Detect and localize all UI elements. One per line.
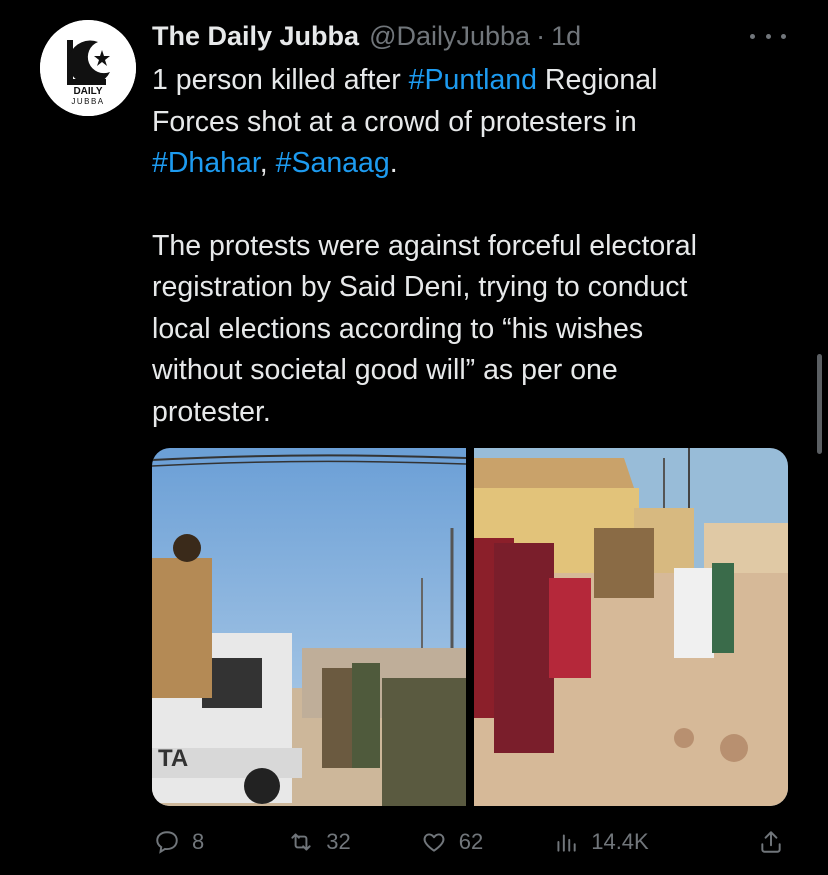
- avatar[interactable]: DAILY JUBBA: [40, 20, 136, 116]
- reply-button[interactable]: 8: [154, 829, 204, 855]
- tweet-line-1: 1 person killed after #Puntland Regional: [152, 60, 792, 102]
- views-button[interactable]: 14.4K: [553, 829, 649, 855]
- text-segment: 1 person killed after: [152, 64, 409, 96]
- paragraph2-line: local elections according to “his wishes: [152, 312, 644, 345]
- retweet-icon: [291, 833, 311, 851]
- tweet-time[interactable]: 1d: [551, 21, 581, 52]
- media-image-right[interactable]: [474, 448, 788, 806]
- plate-text: TA: [158, 745, 188, 772]
- hashtag-puntland[interactable]: #Puntland: [409, 64, 537, 96]
- paragraph2-line: registration by Said Deni, trying to con…: [152, 271, 688, 303]
- tweet-text: 1 person killed after #Puntland Regional…: [152, 60, 792, 433]
- hashtag-sanaag[interactable]: #Sanaag: [276, 147, 390, 179]
- share-button[interactable]: [758, 829, 784, 855]
- author-handle[interactable]: @DailyJubba: [369, 21, 530, 52]
- like-button[interactable]: 62: [421, 829, 483, 855]
- paragraph2-line: The protests were against forceful elect…: [152, 229, 697, 262]
- text-segment: ,: [259, 147, 276, 179]
- retweet-button[interactable]: 32: [288, 829, 351, 855]
- media-grid: TA: [152, 448, 788, 806]
- tweet-header: The Daily Jubba @DailyJubba · 1d: [152, 18, 581, 54]
- views-count: 14.4K: [591, 829, 649, 854]
- logo-text-bottom: JUBBA: [71, 97, 104, 106]
- views-icon: [557, 834, 576, 852]
- action-bar: 8 32 62 14.4K: [152, 820, 788, 864]
- tweet-line-3: #Dhahar, #Sanaag.: [152, 143, 792, 185]
- tweet-line-2: Forces shot at a crowd of protesters in: [152, 105, 637, 138]
- text-segment: .: [389, 147, 398, 179]
- hashtag-dhahar[interactable]: #Dhahar: [152, 147, 260, 179]
- media-image-left[interactable]: TA: [152, 448, 466, 806]
- scrollbar[interactable]: [817, 354, 822, 454]
- author-name[interactable]: The Daily Jubba: [152, 21, 359, 52]
- paragraph2-line: protester.: [152, 395, 271, 428]
- reply-count: 8: [192, 829, 205, 854]
- daily-jubba-logo: DAILY JUBBA: [40, 20, 136, 116]
- share-icon: [761, 831, 781, 853]
- logo-text-top: DAILY: [73, 86, 102, 97]
- text-segment: Regional: [537, 64, 658, 96]
- reply-icon: [156, 831, 178, 854]
- like-count: 62: [458, 829, 484, 854]
- more-icon[interactable]: [750, 24, 786, 48]
- like-icon: [423, 833, 445, 852]
- separator-dot: ·: [536, 20, 546, 51]
- paragraph2-line: without societal good will” as per one: [152, 354, 618, 386]
- retweet-count: 32: [326, 829, 351, 854]
